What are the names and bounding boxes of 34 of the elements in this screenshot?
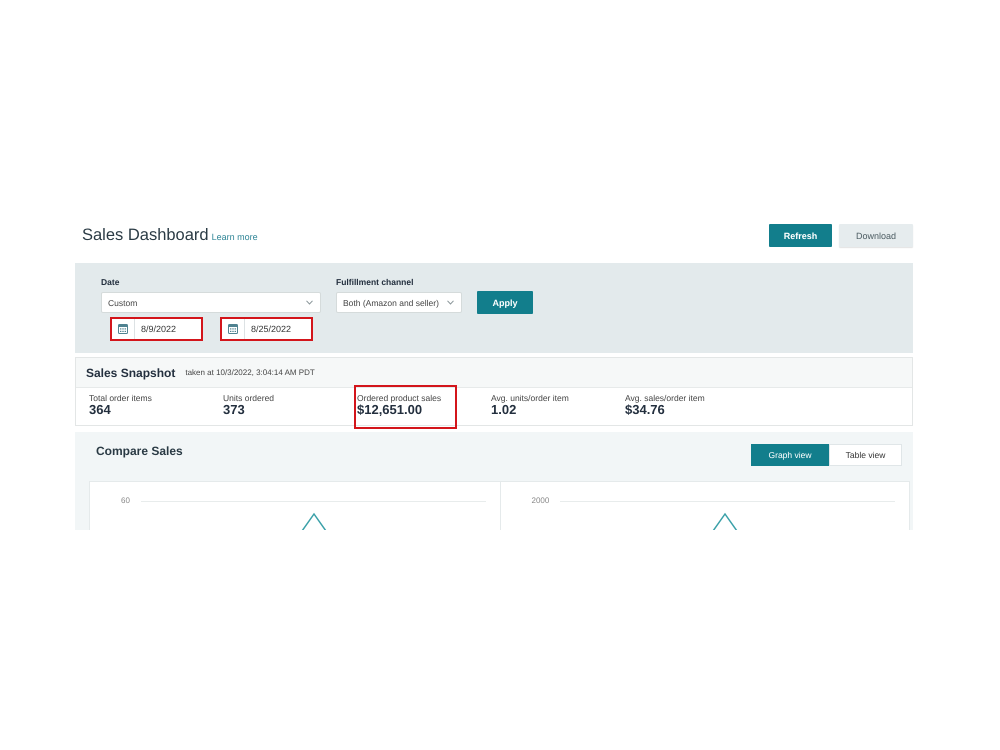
metric-label: Units ordered [223,393,274,403]
fulfillment-dropdown[interactable]: Both (Amazon and seller) [336,292,462,313]
metric-label: Ordered product sales [357,393,442,403]
date-field[interactable]: 8/9/2022 [110,317,203,341]
calendar-icon [228,324,238,334]
snapshot-timestamp: taken at 10/3/2022, 3:04:14 AM PDT [185,368,315,377]
axis-tick-label: 2000 [532,496,550,506]
apply-button[interactable]: Apply [477,291,533,314]
sales-line [301,512,327,530]
download-button[interactable]: Download [839,224,913,247]
date-field[interactable]: 8/25/2022 [220,317,313,341]
metric-value: $12,651.00 [357,403,422,417]
metric-value: 364 [89,403,111,417]
metric-label: Avg. units/order item [491,393,569,403]
field-label: Fulfillment channel [336,276,414,288]
calendar-icon [118,324,128,334]
date-dropdown[interactable]: Custom [101,292,321,313]
learn-more-link[interactable]: Learn more [212,232,258,242]
sales-line [712,512,738,530]
axis-tick-label: 60 [121,496,130,506]
metric-label: Total order items [89,393,152,403]
chevron-down-icon [306,300,313,305]
metric-value: 1.02 [491,403,516,417]
section-title: Compare Sales [96,444,183,458]
section-title: Sales Snapshot [86,366,176,380]
chevron-down-icon [447,300,454,305]
refresh-button[interactable]: Refresh [769,224,832,247]
metric-value: 373 [223,403,245,417]
page-title: Sales Dashboard [82,226,209,245]
table-view-tab[interactable]: Table view [829,444,902,466]
metric-value: $34.76 [625,403,665,417]
graph-view-tab[interactable]: Graph view [751,444,829,466]
field-label: Date [101,276,120,288]
metric-label: Avg. sales/order item [625,393,705,403]
